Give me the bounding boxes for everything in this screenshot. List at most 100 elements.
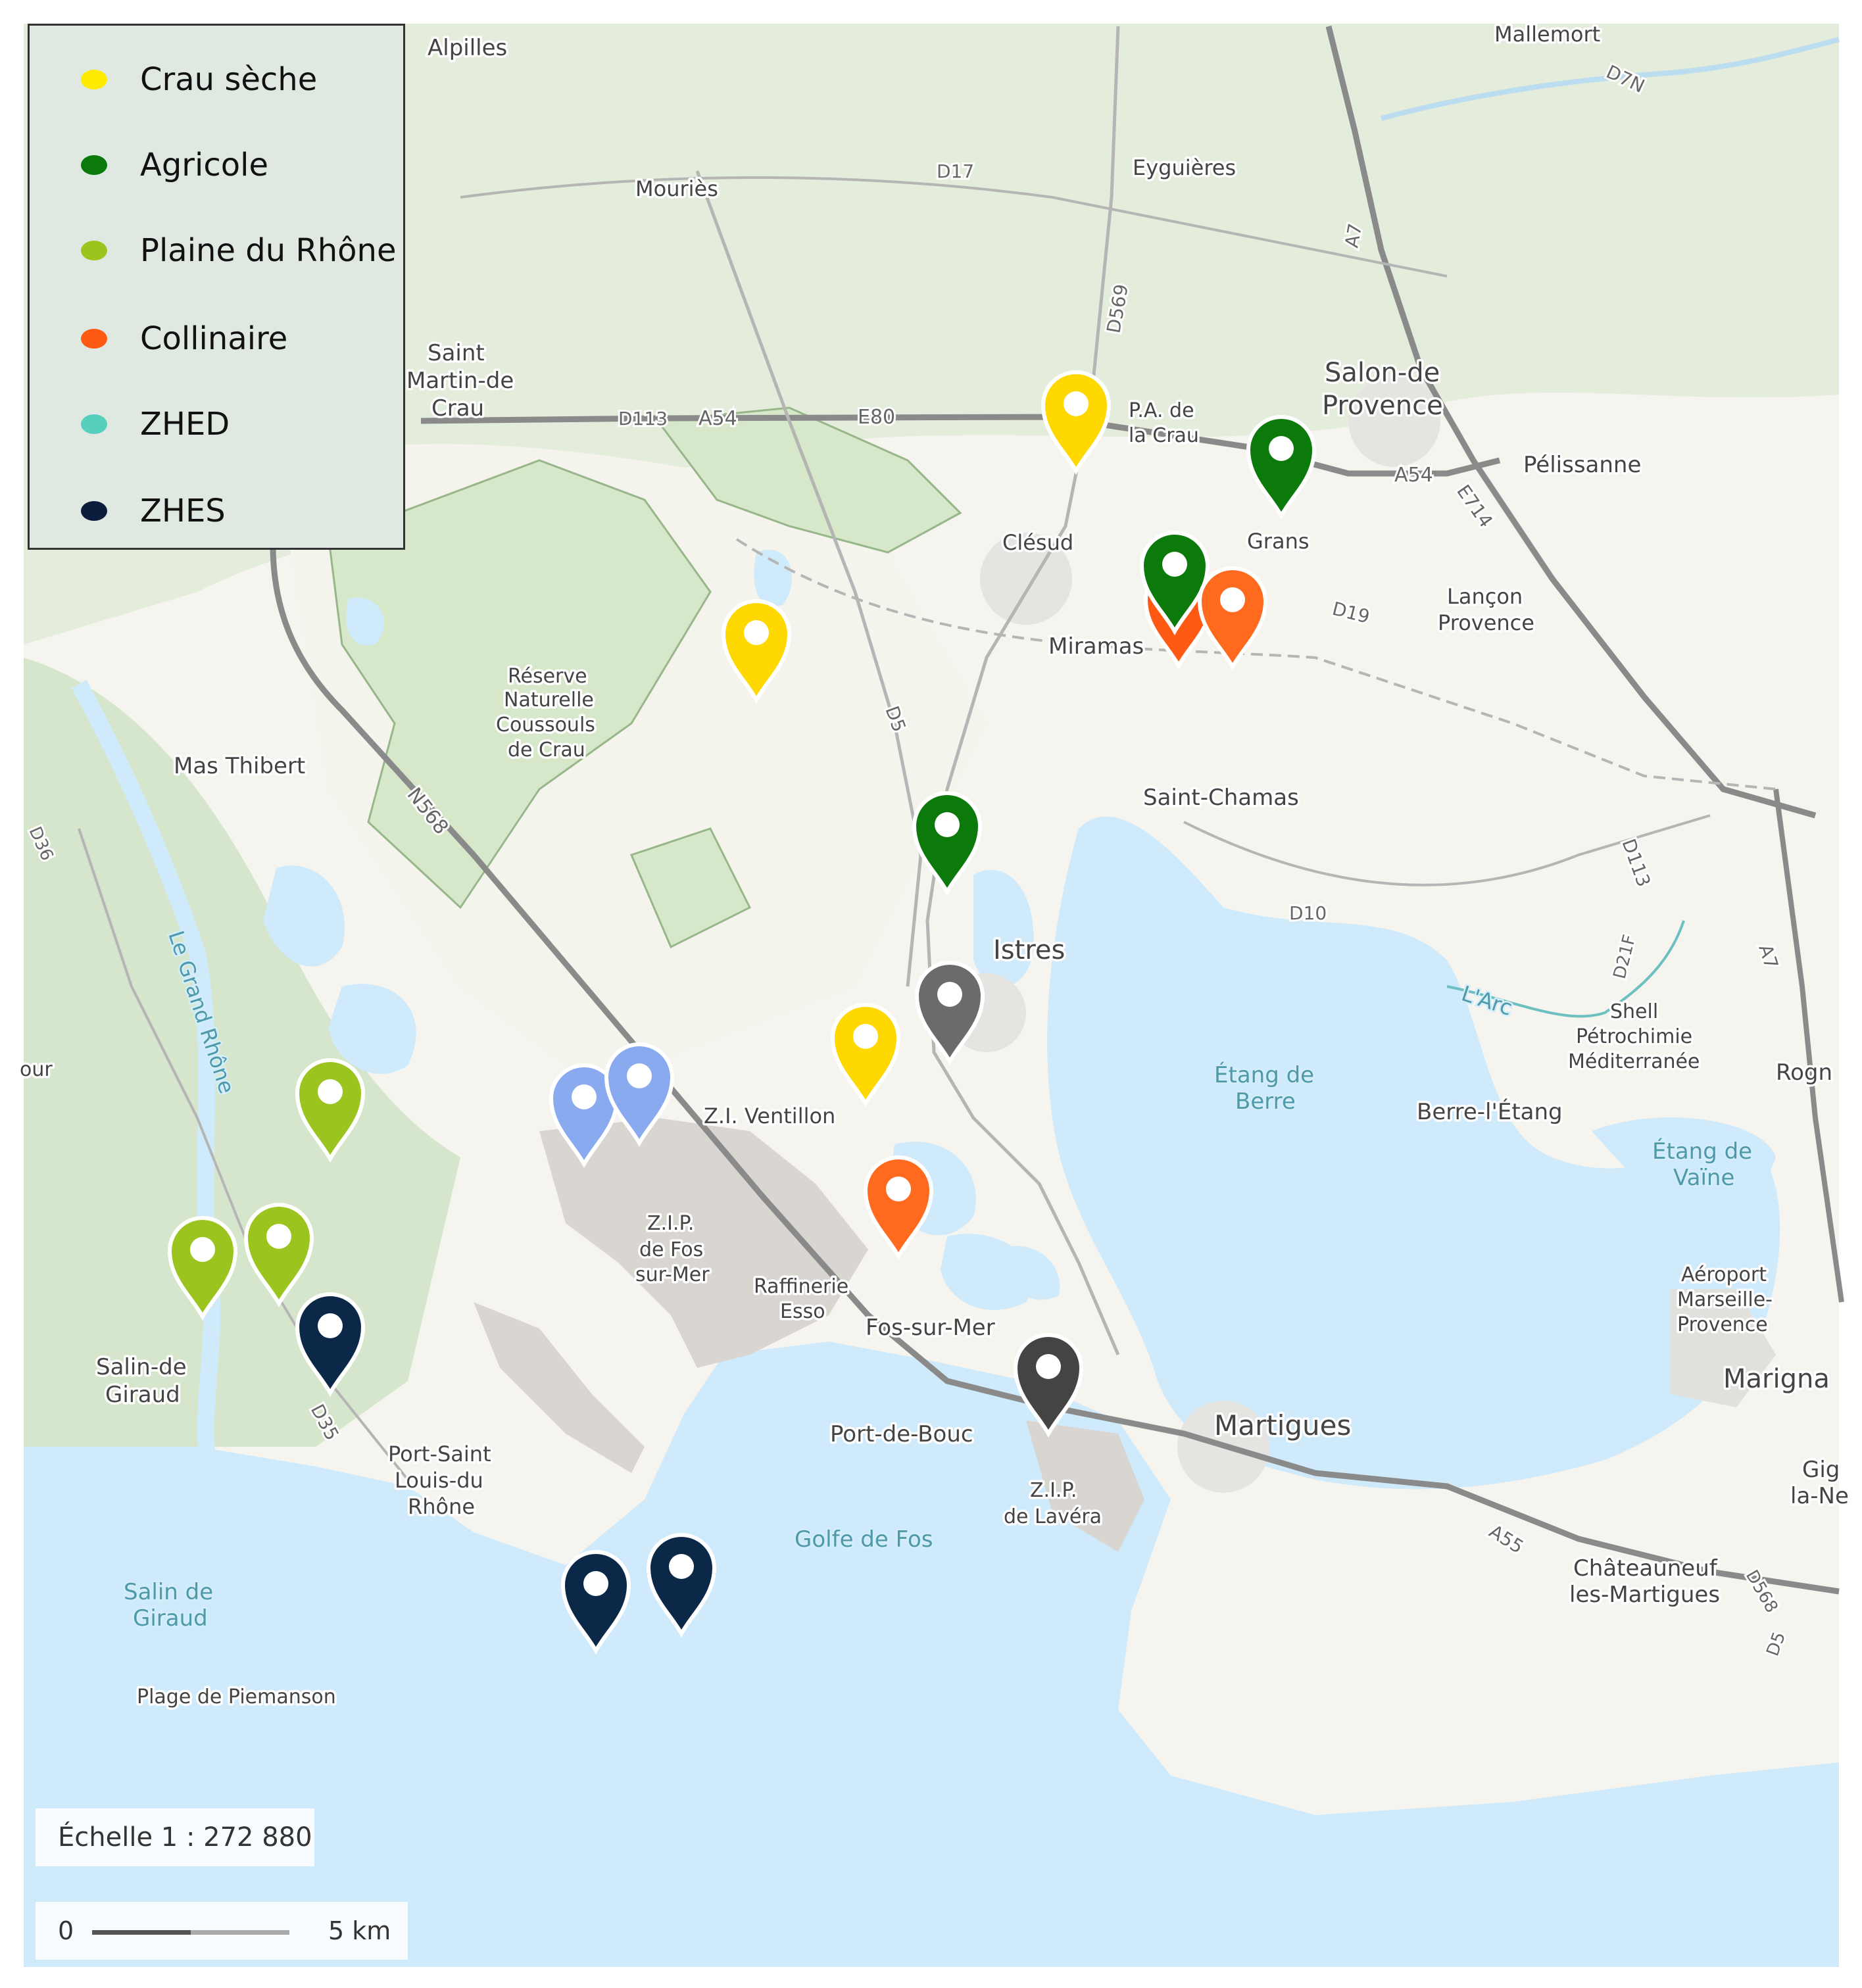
place-pa-crau-2: la Crau [1129, 424, 1199, 447]
legend-item-crau-seche: Crau sèche [30, 60, 317, 99]
place-mas-thibert: Mas Thibert [174, 753, 305, 779]
water-etang-berre-1: Étang de [1214, 1061, 1314, 1088]
water-golfe-fos: Golfe de Fos [795, 1526, 933, 1553]
map-marker-hole [1036, 1354, 1061, 1379]
road-a54-west: A54 [698, 407, 737, 430]
water-etang-vaine-1: Étang de [1652, 1138, 1752, 1165]
legend-label-zhed: ZHED [140, 406, 230, 443]
map-marker-hole [318, 1079, 343, 1104]
place-gig-2: la-Ne [1790, 1483, 1849, 1509]
map-marker-hole [1220, 587, 1245, 612]
place-zip-lavera-2: de Lavéra [1004, 1505, 1102, 1528]
legend-label-collinaire: Collinaire [140, 320, 288, 357]
legend-swatch-zhes [81, 501, 107, 521]
place-rogn: Rogn [1776, 1059, 1832, 1086]
place-istres: Istres [993, 935, 1065, 965]
place-aeroport-1: Aéroport [1681, 1263, 1767, 1286]
place-chateauneuf-1: Châteauneuf [1573, 1555, 1718, 1582]
place-our: our [20, 1058, 53, 1081]
road-a54-east: A54 [1394, 464, 1433, 487]
legend-item-plaine-du-rhone: Plaine du Rhône [30, 231, 396, 270]
water-etang-berre-2: Berre [1235, 1088, 1296, 1115]
place-zip-fos-3: sur-Mer [635, 1263, 710, 1286]
place-martigues: Martigues [1214, 1409, 1351, 1442]
place-zip-fos-2: de Fos [639, 1238, 703, 1261]
place-reserve-2: Naturelle [504, 689, 594, 712]
place-mouries: Mouriès [635, 176, 718, 201]
place-port-st-louis-2: Louis-du [395, 1468, 483, 1493]
place-mallemort: Mallemort [1494, 22, 1600, 47]
place-port-bouc: Port-de-Bouc [830, 1421, 973, 1447]
legend-swatch-crau-seche [81, 70, 107, 89]
legend-swatch-collinaire [81, 329, 107, 349]
place-shell-3: Méditerranée [1568, 1050, 1700, 1073]
scale-bar: 0 5 km [36, 1902, 408, 1960]
place-saint-martin-1: Saint [428, 340, 485, 366]
road-d10: D10 [1289, 902, 1327, 924]
place-saint-martin-2: Martin-de [406, 368, 514, 394]
scale-distance-label: 5 km [328, 1916, 391, 1945]
place-lancon-1: Lançon [1447, 584, 1523, 609]
place-shell-2: Pétrochimie [1576, 1025, 1692, 1048]
place-salin-giraud-2: Giraud [105, 1382, 180, 1408]
place-zi-ventillon: Z.I. Ventillon [704, 1103, 835, 1128]
road-a7-north: A7 [1340, 222, 1366, 249]
place-alpilles: Alpilles [428, 35, 507, 61]
map-marker-hole [669, 1554, 694, 1579]
place-saint-chamas: Saint-Chamas [1143, 785, 1299, 811]
water-salin-giraud-2: Giraud [133, 1605, 208, 1632]
map-marker-hole [627, 1063, 652, 1088]
legend-item-zhes: ZHES [30, 491, 226, 531]
road-e80: E80 [858, 406, 895, 429]
place-salon-2: Provence [1322, 391, 1443, 421]
place-reserve-3: Coussouls [496, 714, 595, 737]
place-port-st-louis-3: Rhône [408, 1494, 475, 1519]
scale-ratio: Échelle 1 : 272 880 [36, 1808, 314, 1866]
map-marker-hole [886, 1176, 911, 1201]
place-pelissanne: Pélissanne [1523, 452, 1641, 478]
legend-label-plaine-du-rhone: Plaine du Rhône [140, 232, 397, 269]
road-d17: D17 [937, 160, 974, 182]
scale-line-light [191, 1930, 289, 1935]
map-marker-hole [572, 1084, 597, 1109]
place-zip-fos-1: Z.I.P. [647, 1212, 694, 1235]
legend-item-agricole: Agricole [30, 145, 268, 185]
place-raffinerie-2: Esso [780, 1300, 825, 1323]
place-gig-1: Gig [1802, 1457, 1840, 1483]
legend-item-zhed: ZHED [30, 404, 230, 444]
place-saint-martin-3: Crau [431, 395, 484, 422]
scale-zero-label: 0 [58, 1916, 74, 1945]
place-miramas: Miramas [1048, 633, 1144, 660]
water-salin-giraud-1: Salin de [124, 1579, 213, 1605]
map-marker-hole [1162, 552, 1187, 577]
place-port-st-louis-1: Port-Saint [388, 1442, 491, 1467]
map-marker-hole [583, 1571, 608, 1596]
place-aeroport-2: Marseille- [1677, 1288, 1773, 1311]
place-chateauneuf-2: les-Martigues [1569, 1582, 1720, 1608]
legend-swatch-agricole [81, 155, 107, 175]
place-berre-letang: Berre-l'Étang [1417, 1098, 1563, 1125]
place-pa-crau-1: P.A. de [1129, 399, 1194, 422]
place-raffinerie-1: Raffinerie [754, 1275, 848, 1298]
place-clesud: Clésud [1002, 530, 1073, 555]
map-marker-hole [318, 1313, 343, 1338]
map-marker-hole [266, 1224, 291, 1249]
place-salin-giraud-1: Salin-de [96, 1354, 187, 1380]
legend-label-zhes: ZHES [140, 493, 226, 529]
map-marker-hole [853, 1024, 878, 1049]
place-eyguieres: Eyguières [1133, 155, 1236, 180]
place-aeroport-3: Provence [1677, 1313, 1768, 1336]
map-marker-hole [744, 620, 769, 645]
map-marker-hole [190, 1237, 215, 1262]
place-shell-1: Shell [1610, 1000, 1658, 1023]
legend-item-collinaire: Collinaire [30, 319, 287, 358]
place-plage-piemanson: Plage de Piemanson [137, 1685, 336, 1709]
place-grans: Grans [1247, 529, 1310, 554]
scale-line-dark [92, 1930, 191, 1935]
place-zip-lavera-1: Z.I.P. [1030, 1479, 1077, 1502]
map-marker-hole [1269, 436, 1294, 461]
map-marker-hole [937, 982, 962, 1007]
place-fos: Fos-sur-Mer [866, 1315, 995, 1341]
legend-swatch-plaine-du-rhone [81, 241, 107, 260]
water-etang-vaine-2: Vaïne [1673, 1165, 1734, 1191]
